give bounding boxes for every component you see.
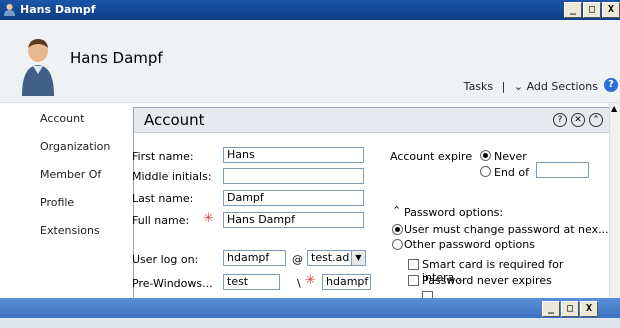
scroll-up-icon[interactable]: ▲ [611,104,617,113]
tasks-menu[interactable]: Tasks [464,80,493,93]
main-window: Hans Dampf _ □ X Hans Dampf Tasks | ⌄ Ad… [0,0,620,298]
chevron-down-icon[interactable]: ▼ [351,251,365,265]
minimize-button[interactable]: _ [542,301,560,317]
end-of-radio[interactable] [480,166,491,177]
title-bar[interactable]: Hans Dampf _ □ X [0,0,620,20]
full-name-label: Full name: [132,214,190,227]
other-password-options-radio[interactable] [392,239,403,250]
maximize-button[interactable]: □ [561,301,579,317]
close-circle-icon[interactable]: ✕ [571,113,585,127]
sidebar-item-member-of[interactable]: Member Of [40,168,101,181]
help-circle-icon[interactable]: ? [553,113,567,127]
user-logon-field[interactable]: hdampf [223,250,286,266]
chevron-down-icon: ⌄ [513,80,524,93]
domain-select[interactable]: test.ad ▼ [307,250,366,266]
last-name-field[interactable]: Dampf [223,190,364,206]
avatar [22,39,54,96]
pre-windows-label: Pre-Windows... [132,277,213,290]
sidebar-item-extensions[interactable]: Extensions [40,224,100,237]
other-password-options-label: Other password options [404,238,535,251]
password-options-label[interactable]: Password options: [404,206,503,219]
middle-initials-label: Middle initials: [132,170,212,183]
collapse-icon[interactable]: ⌃ [589,113,603,127]
first-name-field[interactable]: Hans [223,147,364,163]
never-label: Never [494,150,527,163]
close-button[interactable]: X [602,2,620,18]
end-of-label: End of [494,166,530,179]
user-icon [4,4,15,16]
account-expire-label: Account expire [390,150,473,163]
user-logon-label: User log on: [132,253,199,266]
additional-option-checkbox[interactable] [422,291,433,298]
backslash: \ [297,277,301,290]
required-icon: ✳ [305,273,316,288]
minimize-button[interactable]: _ [564,2,582,18]
second-window-body [0,318,620,328]
password-never-expires-label: Password never expires [422,274,552,287]
sidebar-item-profile[interactable]: Profile [40,196,74,209]
chevron-up-icon[interactable]: ⌃ [392,204,401,217]
account-panel: Account ? ✕ ⌃ First name: Hans Middle in… [132,107,610,298]
scrollbar[interactable]: ▲ [609,103,620,298]
window-title: Hans Dampf [20,3,96,16]
last-name-label: Last name: [132,192,194,205]
close-button[interactable]: X [580,301,598,317]
must-change-password-radio[interactable] [392,224,403,235]
full-name-field[interactable]: Hans Dampf [223,212,364,228]
sidebar-item-account[interactable]: Account [40,112,84,125]
second-window: _ □ X [0,298,620,328]
user-name: Hans Dampf [70,49,163,67]
pre-windows-domain-field[interactable]: test [223,274,280,290]
domain-value: test.ad [311,251,350,264]
first-name-label: First name: [132,150,194,163]
add-sections-menu[interactable]: Add Sections [527,80,598,93]
end-of-date-field[interactable] [536,162,589,178]
pre-windows-user-field[interactable]: hdampf [322,274,371,290]
middle-initials-field[interactable] [223,168,364,184]
header: Hans Dampf Tasks | ⌄ Add Sections ? [0,20,620,103]
sidebar-nav: Account Organization Member Of Profile E… [0,103,122,298]
smart-card-checkbox[interactable] [408,259,419,270]
separator: | [501,80,506,93]
maximize-button[interactable]: □ [583,2,601,18]
at-sign: @ [292,253,303,266]
must-change-password-label: User must change password at nex... [404,223,609,236]
panel-title: Account [144,111,205,129]
sidebar-item-organization[interactable]: Organization [40,140,110,153]
never-radio[interactable] [480,150,491,161]
required-icon: ✳ [203,211,214,226]
panel-header: Account ? ✕ ⌃ [134,108,609,133]
header-actions: Tasks | ⌄ Add Sections [464,80,598,93]
help-icon[interactable]: ? [604,78,618,92]
password-never-expires-checkbox[interactable] [408,275,419,286]
